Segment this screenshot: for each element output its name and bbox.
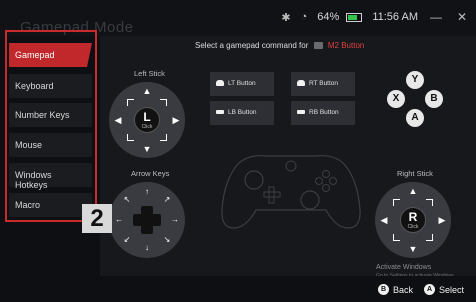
rt-trigger-icon [297,80,305,87]
corner-down-left-icon[interactable] [127,134,134,141]
right-stick-click-button[interactable]: R Click [400,207,426,233]
bluetooth-icon: ✱ [281,11,291,24]
clock: 11:56 AM [372,11,418,23]
corner-up-right-icon[interactable] [426,199,433,206]
dpad-down-right-icon[interactable]: ↘ [162,235,172,245]
lt-button-label: LT Button [228,80,256,87]
arrow-keys-selector[interactable]: ↑ ↓ ← → ↖ ↗ ↙ ↘ [109,182,185,258]
watermark-line-1: Activate Windows [376,264,432,271]
rb-button[interactable]: RB Button [291,101,355,125]
b-button[interactable]: B [425,90,443,108]
left-stick-selector[interactable]: ▲ ▼ ◀ ▶ L Click [109,82,185,158]
arrow-left-icon[interactable]: ◀ [113,115,123,125]
app-title: Gamepad Mode [20,19,134,36]
dpad-left-icon[interactable]: ← [114,215,124,225]
dpad-right-icon[interactable]: → [170,215,180,225]
back-hint[interactable]: B Back [378,284,413,295]
corner-down-right-icon[interactable] [426,234,433,241]
sidebar-item-gamepad[interactable]: Gamepad [9,43,92,67]
select-label: Select [439,284,465,295]
arrow-up-icon[interactable]: ▲ [142,86,152,96]
battery-icon [346,12,363,22]
a-button[interactable]: A [406,109,424,127]
dpad-up-right-icon[interactable]: ↗ [162,195,172,205]
arrow-keys-label: Arrow Keys [131,169,170,178]
back-label: Back [393,284,414,295]
rt-button[interactable]: RT Button [291,72,355,96]
sidebar-item-windows-hotkeys[interactable]: Windows Hotkeys [9,163,92,190]
lb-bumper-icon [216,110,224,115]
arrow-right-icon[interactable]: ▶ [171,115,181,125]
bottom-hint-bar: B Back A Select [0,276,476,302]
instruction-prefix: Select a gamepad command for [195,41,309,50]
status-area: ✱ ◔ 64% 11:56 AM — ✕ [281,10,470,24]
corner-up-left-icon[interactable] [393,199,400,206]
sidebar-item-number-keys[interactable]: Number Keys [9,103,92,127]
minimize-button[interactable]: — [428,10,444,24]
corner-down-right-icon[interactable] [160,134,167,141]
close-button[interactable]: ✕ [454,10,470,24]
instruction-text: Select a gamepad command for M2 Button [195,41,364,50]
a-key-icon: A [424,284,435,295]
lt-button[interactable]: LT Button [210,72,274,96]
right-stick-selector[interactable]: ▲ ▼ ◀ ▶ R Click [375,182,451,258]
corner-down-left-icon[interactable] [393,234,400,241]
rt-button-label: RT Button [309,80,339,87]
rb-bumper-icon [297,110,305,115]
right-stick-label: Right Stick [397,169,433,178]
y-button[interactable]: Y [406,71,424,89]
arrow-down-icon[interactable]: ▼ [408,244,418,254]
dpad-up-left-icon[interactable]: ↖ [122,195,132,205]
m2-button-icon [313,42,323,50]
dpad-up-icon[interactable]: ↑ [142,187,152,197]
dpad-down-left-icon[interactable]: ↙ [122,235,132,245]
sidebar-item-macro[interactable]: Macro [9,193,92,217]
select-hint[interactable]: A Select [424,284,464,295]
arrow-up-icon[interactable]: ▲ [408,186,418,196]
right-stick-glyph: R [408,210,418,224]
battery-percent: 64% [317,11,340,23]
wifi-icon: ◔ [300,11,308,23]
sidebar-item-mouse[interactable]: Mouse [9,133,92,157]
category-sidebar: Gamepad Keyboard Number Keys Mouse Windo… [5,42,96,221]
lt-trigger-icon [216,80,224,87]
sidebar-item-keyboard[interactable]: Keyboard [9,74,92,98]
lb-button-label: LB Button [228,109,257,116]
x-button[interactable]: X [387,90,405,108]
dpad-cross-vertical [141,206,153,234]
dpad-down-icon[interactable]: ↓ [142,243,152,253]
b-key-icon: B [378,284,389,295]
rb-button-label: RB Button [309,109,339,116]
arrow-down-icon[interactable]: ▼ [142,144,152,154]
lb-button[interactable]: LB Button [210,101,274,125]
left-stick-click-label: Click [141,124,153,130]
left-stick-click-button[interactable]: L Click [134,107,160,133]
left-stick-label: Left Stick [134,69,165,78]
step-marker-badge: 2 [82,204,112,233]
left-stick-glyph: L [143,110,151,124]
right-stick-click-label: Click [407,224,419,230]
controller-illustration [221,155,361,229]
corner-up-right-icon[interactable] [160,99,167,106]
battery-status: 64% [317,11,363,23]
title-bar: Gamepad Mode ✱ ◔ 64% 11:56 AM — ✕ [0,0,476,36]
instruction-button-name: M2 Button [327,41,365,50]
arrow-left-icon[interactable]: ◀ [379,215,389,225]
arrow-right-icon[interactable]: ▶ [437,215,447,225]
corner-up-left-icon[interactable] [127,99,134,106]
